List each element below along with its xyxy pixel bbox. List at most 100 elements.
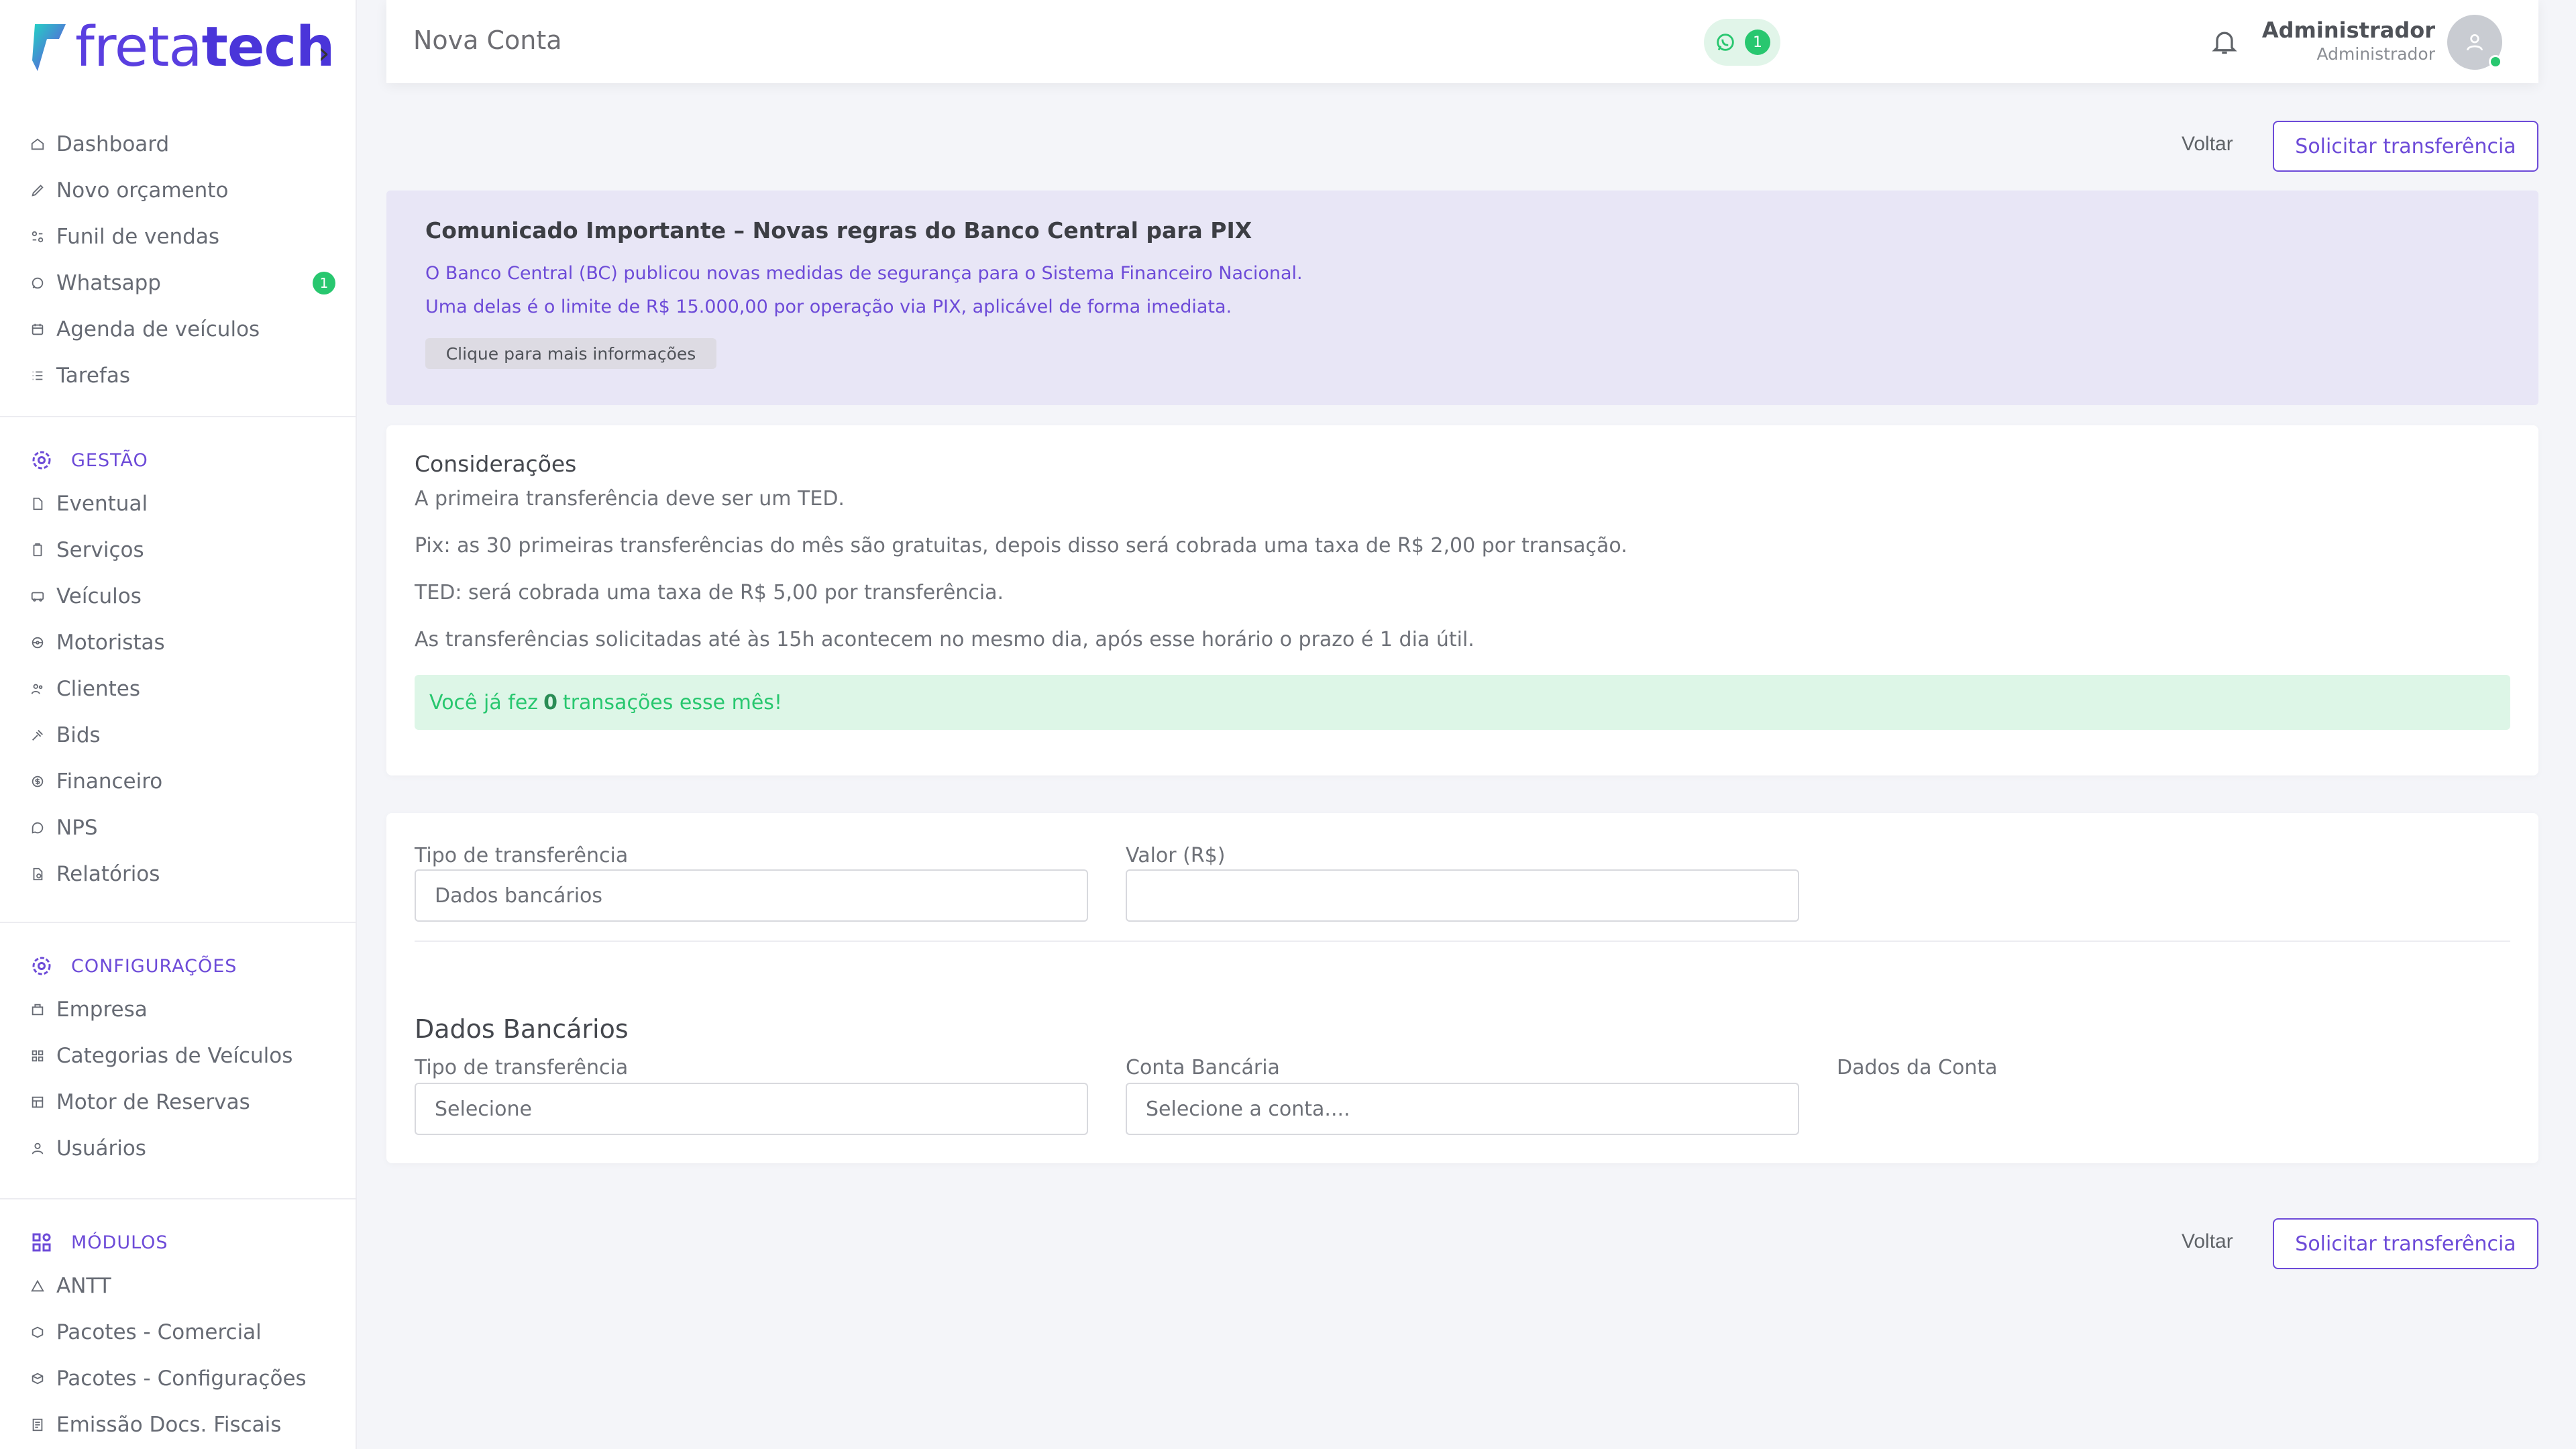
bank-account-select[interactable]: Selecione a conta.... xyxy=(1126,1083,1799,1135)
section-title-configuracoes: CONFIGURAÇÕES xyxy=(0,946,357,986)
list-icon xyxy=(28,366,47,385)
nav-label: Eventual xyxy=(56,491,148,516)
section-label: CONFIGURAÇÕES xyxy=(71,955,237,977)
notice-text: Uma delas é o limite de R$ 15.000,00 por… xyxy=(425,297,1232,317)
sidebar: fretatech › Dashboard Novo orçamento Fun… xyxy=(0,0,357,1449)
nav-label: Funil de vendas xyxy=(56,224,220,249)
user-name[interactable]: Administrador xyxy=(2262,17,2435,43)
nav-item-bids[interactable]: Bids xyxy=(0,712,357,758)
whatsapp-notification-button[interactable]: 1 xyxy=(1704,19,1780,66)
consideration-line: A primeira transferência deve ser um TED… xyxy=(415,487,845,511)
online-status-dot xyxy=(2489,55,2502,68)
nav-label: Dashboard xyxy=(56,131,170,156)
back-button[interactable]: Voltar xyxy=(2182,133,2233,156)
nav-item-dashboard[interactable]: Dashboard xyxy=(0,121,357,167)
consideration-line: Pix: as 30 primeiras transferências do m… xyxy=(415,534,1627,557)
nav-label: Pacotes - Configurações xyxy=(56,1366,307,1391)
notice-title: Comunicado Importante – Novas regras do … xyxy=(425,217,1252,244)
nav-item-veiculos[interactable]: Veículos xyxy=(0,573,357,619)
funnel-icon xyxy=(28,227,47,246)
nav-item-pacotes-comercial[interactable]: Pacotes - Comercial xyxy=(0,1309,357,1355)
logo-text-bold: tech xyxy=(201,15,335,79)
steering-wheel-icon xyxy=(28,633,47,652)
nav-item-servicos[interactable]: Serviços xyxy=(0,527,357,573)
nav-item-novo-orcamento[interactable]: Novo orçamento xyxy=(0,167,357,213)
nav-item-whatsapp[interactable]: Whatsapp 1 xyxy=(0,260,357,306)
nav-item-financeiro[interactable]: Financeiro xyxy=(0,758,357,804)
transfer-type-2-select[interactable]: Selecione xyxy=(415,1083,1088,1135)
consideration-line: TED: será cobrada uma taxa de R$ 5,00 po… xyxy=(415,581,1004,604)
section-title-modulos: MÓDULOS xyxy=(0,1222,357,1263)
nav-item-nps[interactable]: NPS xyxy=(0,804,357,851)
nav-item-emissao-docs-fiscais[interactable]: Emissão Docs. Fiscais xyxy=(0,1401,357,1448)
nav-label: Categorias de Veículos xyxy=(56,1043,293,1068)
bank-data-heading: Dados Bancários xyxy=(415,1014,629,1044)
package-icon xyxy=(28,1323,47,1342)
sidebar-divider xyxy=(0,922,357,923)
logo-mark-icon xyxy=(32,24,66,71)
nav-label: NPS xyxy=(56,815,98,840)
whatsapp-icon xyxy=(1717,34,1734,51)
nav-label: Agenda de veículos xyxy=(56,317,260,341)
back-button-bottom[interactable]: Voltar xyxy=(2182,1230,2233,1253)
request-transfer-button[interactable]: Solicitar transferência xyxy=(2273,121,2538,172)
configuracoes-nav: CONFIGURAÇÕES Empresa Categorias de Veíc… xyxy=(0,946,357,1171)
home-icon xyxy=(28,135,47,154)
request-transfer-button-bottom[interactable]: Solicitar transferência xyxy=(2273,1218,2538,1269)
whatsapp-count-badge: 1 xyxy=(1745,30,1770,55)
table-icon xyxy=(28,1093,47,1112)
alert-prefix: Você já fez xyxy=(429,690,539,714)
avatar[interactable] xyxy=(2447,15,2502,70)
considerations-card: Considerações A primeira transferência d… xyxy=(386,425,2538,775)
nav-item-pacotes-configuracoes[interactable]: Pacotes - Configurações xyxy=(0,1355,357,1401)
calendar-icon xyxy=(28,320,47,339)
gestao-nav: GESTÃO Eventual Serviços Veículos Motori… xyxy=(0,440,357,897)
package-settings-icon xyxy=(28,1369,47,1388)
section-title-gestao: GESTÃO xyxy=(0,440,357,480)
sidebar-divider xyxy=(0,416,357,417)
nav-label: Novo orçamento xyxy=(56,178,229,203)
nav-item-agenda-de-veiculos[interactable]: Agenda de veículos xyxy=(0,306,357,352)
amount-input[interactable] xyxy=(1126,869,1799,922)
triangle-icon xyxy=(28,1277,47,1295)
transfer-type-2-label: Tipo de transferência xyxy=(415,1056,629,1079)
brand-logo[interactable]: fretatech xyxy=(30,15,335,79)
transfer-type-select[interactable]: Dados bancários xyxy=(415,869,1088,922)
nav-item-eventual[interactable]: Eventual xyxy=(0,480,357,527)
nav-item-antt[interactable]: ANTT xyxy=(0,1263,357,1309)
grid-icon xyxy=(28,1046,47,1065)
logo-text: fretatech xyxy=(75,15,335,79)
nav-item-funil-de-vendas[interactable]: Funil de vendas xyxy=(0,213,357,260)
nav-label: Pacotes - Comercial xyxy=(56,1320,262,1344)
bell-icon[interactable] xyxy=(2210,27,2239,56)
more-info-button[interactable]: Clique para mais informações xyxy=(425,338,716,369)
user-icon xyxy=(28,1139,47,1158)
nav-item-usuarios[interactable]: Usuários xyxy=(0,1125,357,1171)
collapse-chevron-icon[interactable]: › xyxy=(318,36,330,70)
nav-item-motor-de-reservas[interactable]: Motor de Reservas xyxy=(0,1079,357,1125)
nav-item-categorias-de-veiculos[interactable]: Categorias de Veículos xyxy=(0,1032,357,1079)
nav-label: Veículos xyxy=(56,584,142,608)
consideration-line: As transferências solicitadas até às 15h… xyxy=(415,628,1474,651)
pix-notice: Comunicado Importante – Novas regras do … xyxy=(386,191,2538,405)
notice-text: O Banco Central (BC) publicou novas medi… xyxy=(425,263,1303,284)
considerations-title: Considerações xyxy=(415,451,577,477)
form-divider xyxy=(415,941,2510,942)
amount-label: Valor (R$) xyxy=(1126,844,1226,867)
alert-count: 0 xyxy=(543,690,557,714)
nav-item-motoristas[interactable]: Motoristas xyxy=(0,619,357,665)
gear-icon xyxy=(30,448,54,472)
nav-label: Empresa xyxy=(56,997,148,1022)
nav-label: Tarefas xyxy=(56,363,130,388)
nav-label: Emissão Docs. Fiscais xyxy=(56,1412,282,1437)
nav-item-relatorios[interactable]: Relatórios xyxy=(0,851,357,897)
page-title: Nova Conta xyxy=(413,25,562,55)
invoice-icon xyxy=(28,1415,47,1434)
gavel-icon xyxy=(28,726,47,745)
nav-label: Financeiro xyxy=(56,769,163,794)
sidebar-divider xyxy=(0,1198,357,1199)
nav-item-clientes[interactable]: Clientes xyxy=(0,665,357,712)
nav-item-empresa[interactable]: Empresa xyxy=(0,986,357,1032)
nav-item-tarefas[interactable]: Tarefas xyxy=(0,352,357,398)
document-icon xyxy=(28,494,47,513)
